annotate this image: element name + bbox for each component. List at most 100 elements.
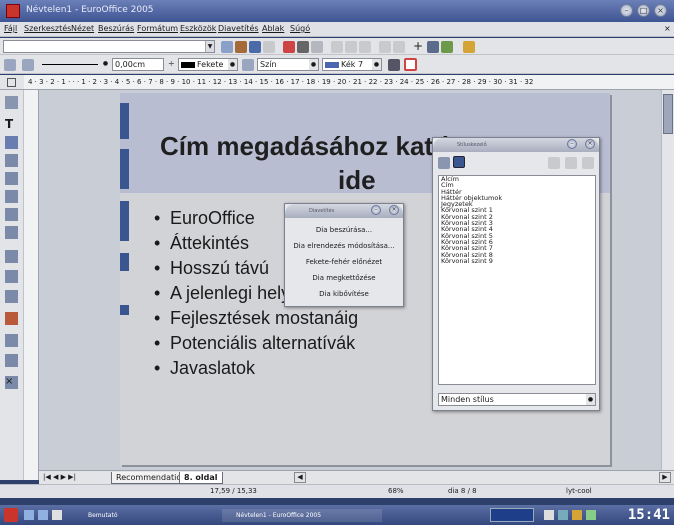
interaction-icon[interactable] [5, 334, 18, 347]
rotate-icon[interactable] [5, 250, 18, 263]
vertical-ruler[interactable] [24, 90, 39, 480]
copy-icon[interactable] [345, 41, 357, 53]
menu-tools[interactable]: Eszközök [180, 24, 216, 33]
paste-icon[interactable] [359, 41, 371, 53]
chevron-down-icon[interactable]: ● [101, 58, 110, 69]
style-list[interactable]: Alcím Cím Háttér Háttér objektumok Jegyzetek… [438, 175, 596, 385]
close-button[interactable]: × [585, 139, 595, 149]
url-input[interactable]: ▼ [3, 40, 215, 53]
spellcheck-icon[interactable] [311, 41, 323, 53]
update-style-icon[interactable] [582, 157, 594, 169]
menu-file[interactable]: Fájl [4, 24, 17, 33]
scroll-left-icon[interactable]: ◀ [294, 472, 306, 483]
animation-icon[interactable] [5, 354, 18, 367]
menu-format[interactable]: Formátum [137, 24, 178, 33]
fill-format-icon[interactable] [548, 157, 560, 169]
scroll-thumb[interactable] [663, 94, 673, 134]
close-button[interactable]: × [654, 4, 667, 17]
bullet-item[interactable]: • Fejlesztések mostanáig [154, 308, 358, 329]
menu-insert-slide[interactable]: Dia beszúrása... [289, 223, 399, 237]
close-tool-icon[interactable]: × [5, 376, 18, 389]
minimize-button[interactable]: – [620, 4, 633, 17]
edit-file-icon[interactable] [221, 41, 233, 53]
line-style-select[interactable]: ● [40, 58, 110, 71]
vertical-scrollbar[interactable] [661, 90, 674, 470]
shadow-icon[interactable] [388, 59, 400, 71]
menu-bw-preview[interactable]: Fekete-fehér előnézet [289, 255, 399, 269]
navigator-icon[interactable] [427, 41, 439, 53]
ellipse-icon[interactable] [5, 154, 18, 167]
quicklaunch-icon[interactable] [52, 510, 62, 520]
fill-type-select[interactable]: Szín ● [257, 58, 319, 71]
redo-icon[interactable] [393, 41, 405, 53]
minimize-button[interactable]: – [567, 139, 577, 149]
close-button[interactable]: × [389, 205, 399, 215]
task-presentation[interactable]: Bemutató [74, 509, 214, 522]
tray-icon[interactable] [558, 510, 568, 520]
table-insert-icon[interactable]: + [413, 40, 425, 53]
tab-active-slide[interactable]: 8. oldal [179, 472, 223, 484]
menu-insert[interactable]: Beszúrás [98, 24, 134, 33]
style-item[interactable]: Körvonal szint 9 [439, 257, 595, 264]
menu-duplicate-slide[interactable]: Dia megkettőzése [289, 271, 399, 285]
menu-window[interactable]: Ablak [262, 24, 284, 33]
save-icon[interactable] [249, 41, 261, 53]
open-icon[interactable] [235, 41, 247, 53]
slide-title-line2[interactable]: ide [338, 165, 376, 196]
graphics-styles-icon[interactable] [438, 157, 450, 169]
spinner-icon[interactable]: ÷ [168, 59, 175, 68]
maximize-button[interactable]: □ [637, 4, 650, 17]
menu-help[interactable]: Súgó [290, 24, 310, 33]
tray-icon[interactable] [572, 510, 582, 520]
bullet-item[interactable]: • EuroOffice [154, 208, 255, 229]
bullet-item[interactable]: • Javaslatok [154, 358, 255, 379]
pdf-icon[interactable] [283, 41, 295, 53]
gallery-icon[interactable] [463, 41, 475, 53]
volume-icon[interactable] [586, 510, 596, 520]
line-icon[interactable] [5, 208, 18, 221]
horizontal-ruler[interactable]: 4 · 3 · 2 · 1 · · · 1 · 2 · 3 · 4 · 5 · … [24, 75, 674, 90]
email-icon[interactable] [263, 41, 275, 53]
print-icon[interactable] [297, 41, 309, 53]
bullet-item[interactable]: • Hosszú távú [154, 258, 269, 279]
line-width-field[interactable]: 0,00cm [112, 58, 164, 71]
connector-icon[interactable] [5, 226, 18, 239]
stylist-window[interactable]: Stíluskezelő – × Alcím Cím Háttér Háttér ob… [432, 137, 600, 411]
doc-close-icon[interactable]: × [664, 24, 671, 33]
arrow-style-icon[interactable] [22, 59, 34, 71]
chevron-down-icon[interactable]: ● [309, 59, 318, 70]
scroll-right-icon[interactable]: ▶ [659, 472, 671, 483]
alignment-icon[interactable] [5, 270, 18, 283]
select-icon[interactable] [5, 96, 18, 109]
tab-nav-arrows[interactable]: |◀ ◀ ▶ ▶| [43, 473, 76, 481]
menu-expand-slide[interactable]: Dia kibővítése [289, 287, 399, 301]
menu-view[interactable]: Nézet [71, 24, 94, 33]
chevron-down-icon[interactable]: ▼ [205, 41, 214, 52]
curve-icon[interactable] [5, 190, 18, 203]
minimize-button[interactable]: – [371, 205, 381, 215]
style-filter-select[interactable]: Minden stílus ● [438, 393, 596, 406]
rectangle-icon[interactable] [5, 136, 18, 149]
3d-object-icon[interactable] [5, 172, 18, 185]
fill-color-select[interactable]: Kék 7 ● [322, 58, 382, 71]
quicklaunch-icon[interactable] [24, 510, 34, 520]
text-tool-icon[interactable]: T [5, 118, 18, 131]
zoom-level[interactable]: 68% [388, 487, 404, 495]
chart-icon[interactable] [441, 41, 453, 53]
line-color-select[interactable]: Fekete ● [178, 58, 238, 71]
quicklaunch-icon[interactable] [38, 510, 48, 520]
presentation-styles-icon[interactable] [453, 156, 465, 168]
arrange-icon[interactable] [5, 290, 18, 303]
app-icon[interactable] [6, 4, 20, 18]
effects-icon[interactable] [5, 312, 18, 325]
menu-edit[interactable]: Szerkesztés [24, 24, 71, 33]
start-icon[interactable] [4, 508, 18, 522]
pager[interactable] [490, 508, 534, 522]
chevron-down-icon[interactable]: ● [372, 59, 381, 70]
slide-menu-window[interactable]: Diavetítés – × Dia beszúrása... Dia elre… [284, 203, 404, 307]
select-arrow-icon[interactable] [7, 78, 16, 87]
cut-icon[interactable] [331, 41, 343, 53]
menu-modify-layout[interactable]: Dia elrendezés módosítása... [289, 239, 399, 253]
line-style-icon[interactable] [4, 59, 16, 71]
new-style-icon[interactable] [565, 157, 577, 169]
